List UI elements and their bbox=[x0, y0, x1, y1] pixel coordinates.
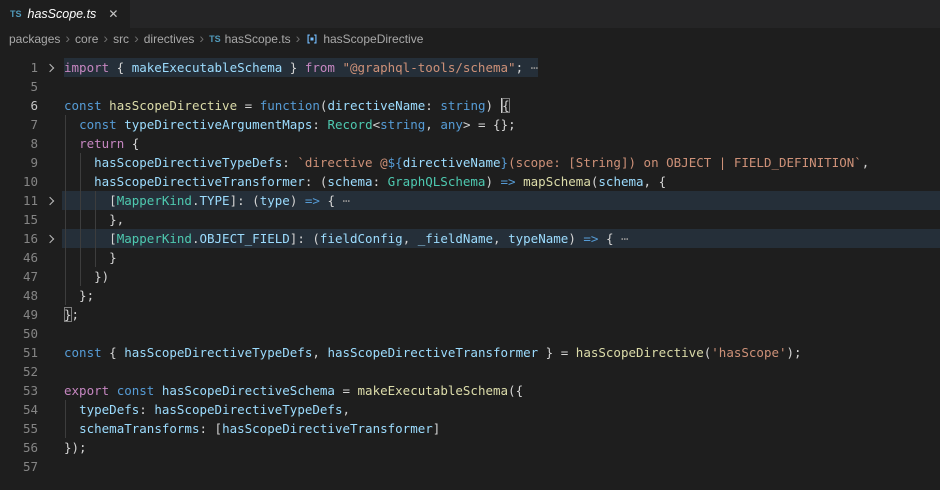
code-line-5[interactable]: 5 bbox=[0, 77, 940, 96]
code-line-50[interactable]: 50 bbox=[0, 324, 940, 343]
line-number: 53 bbox=[0, 381, 38, 400]
typescript-file-icon: TS bbox=[209, 34, 221, 44]
chevron-right-icon: › bbox=[103, 31, 108, 47]
breadcrumb-label: src bbox=[113, 32, 129, 46]
chevron-right-icon: › bbox=[296, 31, 301, 47]
fold-chevron-icon[interactable] bbox=[46, 64, 54, 72]
matched-bracket: { bbox=[502, 98, 510, 113]
code-line-16[interactable]: 16 [MapperKind.OBJECT_FIELD]: (fieldConf… bbox=[0, 229, 940, 248]
line-number: 10 bbox=[0, 172, 38, 191]
breadcrumb-label: directives bbox=[144, 32, 195, 46]
code-line-55[interactable]: 55 schemaTransforms: [hasScopeDirectiveT… bbox=[0, 419, 940, 438]
typescript-file-icon: TS bbox=[10, 9, 22, 19]
line-number: 8 bbox=[0, 134, 38, 153]
breadcrumb-item-directives[interactable]: directives bbox=[144, 32, 195, 46]
line-number: 52 bbox=[0, 362, 38, 381]
breadcrumb-label: packages bbox=[9, 32, 60, 46]
code-text: hasScopeDirectiveTypeDefs: `directive @$… bbox=[64, 153, 869, 172]
code-line-56[interactable]: 56}); bbox=[0, 438, 940, 457]
line-number: 47 bbox=[0, 267, 38, 286]
vscode-window: TS hasScope.ts ✕ packages › core › src › direc… bbox=[0, 0, 940, 490]
breadcrumb-item-hasscopedirective[interactable]: hasScopeDirective bbox=[305, 32, 423, 46]
breadcrumb-item-hasscope-ts[interactable]: TS hasScope.ts bbox=[209, 32, 291, 46]
line-number: 48 bbox=[0, 286, 38, 305]
tab-hasscope[interactable]: TS hasScope.ts ✕ bbox=[0, 0, 130, 28]
symbol-variable-icon bbox=[305, 32, 319, 46]
code-line-15[interactable]: 15 }, bbox=[0, 210, 940, 229]
breadcrumb-item-packages[interactable]: packages bbox=[9, 32, 60, 46]
code-text: export const hasScopeDirectiveSchema = m… bbox=[64, 381, 523, 400]
chevron-right-icon: › bbox=[134, 31, 139, 47]
close-tab-icon[interactable]: ✕ bbox=[106, 7, 120, 21]
line-number: 11 bbox=[0, 191, 38, 210]
code-text: schemaTransforms: [hasScopeDirectiveTran… bbox=[64, 419, 440, 438]
chevron-right-icon: › bbox=[199, 31, 204, 47]
fold-ellipsis: ⋯ bbox=[523, 60, 538, 75]
line-number: 9 bbox=[0, 153, 38, 172]
chevron-right-icon: › bbox=[65, 31, 70, 47]
code-text: }) bbox=[64, 267, 109, 286]
code-text: const typeDirectiveArgumentMaps: Record<… bbox=[64, 115, 516, 134]
code-text: typeDefs: hasScopeDirectiveTypeDefs, bbox=[64, 400, 350, 419]
breadcrumb-label: hasScope.ts bbox=[225, 32, 291, 46]
code-line-1[interactable]: 1 import { makeExecutableSchema } from "@… bbox=[0, 58, 940, 77]
code-text: }; bbox=[64, 305, 79, 324]
tab-bar: TS hasScope.ts ✕ bbox=[0, 0, 940, 28]
code-text: hasScopeDirectiveTransformer: (schema: G… bbox=[64, 172, 666, 191]
breadcrumb: packages › core › src › directives › TS hasScope.… bbox=[0, 28, 940, 50]
line-number: 56 bbox=[0, 438, 38, 457]
code-line-54[interactable]: 54 typeDefs: hasScopeDirectiveTypeDefs, bbox=[0, 400, 940, 419]
tab-title: hasScope.ts bbox=[28, 7, 97, 21]
breadcrumb-item-src[interactable]: src bbox=[113, 32, 129, 46]
code-line-11[interactable]: 11 [MapperKind.TYPE]: (type) => { ⋯ bbox=[0, 191, 940, 210]
line-number: 57 bbox=[0, 457, 38, 476]
editor[interactable]: 1 import { makeExecutableSchema } from "@… bbox=[0, 50, 940, 490]
code-text: return { bbox=[64, 134, 139, 153]
line-number: 16 bbox=[0, 229, 38, 248]
code-text: const hasScopeDirective = function(direc… bbox=[64, 96, 510, 115]
code-text: [MapperKind.OBJECT_FIELD]: (fieldConfig,… bbox=[64, 229, 629, 248]
line-number: 7 bbox=[0, 115, 38, 134]
breadcrumb-item-core[interactable]: core bbox=[75, 32, 98, 46]
code-text: const { hasScopeDirectiveTypeDefs, hasSc… bbox=[64, 343, 802, 362]
code-line-48[interactable]: 48 }; bbox=[0, 286, 940, 305]
code-text: }, bbox=[64, 210, 124, 229]
code-text: }); bbox=[64, 438, 87, 457]
code-line-49[interactable]: 49}; bbox=[0, 305, 940, 324]
code-line-46[interactable]: 46 } bbox=[0, 248, 940, 267]
code-line-8[interactable]: 8 return { bbox=[0, 134, 940, 153]
breadcrumb-label: core bbox=[75, 32, 98, 46]
fold-chevron-icon[interactable] bbox=[46, 197, 54, 205]
matched-bracket: } bbox=[64, 307, 72, 322]
code-text: [MapperKind.TYPE]: (type) => { ⋯ bbox=[64, 191, 350, 210]
breadcrumb-label: hasScopeDirective bbox=[323, 32, 423, 46]
line-number: 6 bbox=[0, 96, 38, 115]
line-number: 1 bbox=[0, 58, 38, 77]
line-number: 51 bbox=[0, 343, 38, 362]
code-line-10[interactable]: 10 hasScopeDirectiveTransformer: (schema… bbox=[0, 172, 940, 191]
fold-ellipsis: ⋯ bbox=[335, 193, 350, 208]
line-number: 55 bbox=[0, 419, 38, 438]
line-number: 46 bbox=[0, 248, 38, 267]
folded-region-highlight: import { makeExecutableSchema } from "@g… bbox=[64, 58, 538, 77]
code-line-7[interactable]: 7 const typeDirectiveArgumentMaps: Recor… bbox=[0, 115, 940, 134]
code-line-51[interactable]: 51 const { hasScopeDirectiveTypeDefs, has… bbox=[0, 343, 940, 362]
code-line-53[interactable]: 53 export const hasScopeDirectiveSchema =… bbox=[0, 381, 940, 400]
fold-chevron-icon[interactable] bbox=[46, 235, 54, 243]
line-number: 5 bbox=[0, 77, 38, 96]
line-number: 50 bbox=[0, 324, 38, 343]
fold-ellipsis: ⋯ bbox=[614, 231, 629, 246]
line-number: 49 bbox=[0, 305, 38, 324]
code-text: }; bbox=[64, 286, 94, 305]
code-text: import { makeExecutableSchema } from "@g… bbox=[64, 58, 538, 77]
code-line-6[interactable]: 6 const hasScopeDirective = function(dire… bbox=[0, 96, 940, 115]
code-line-57[interactable]: 57 bbox=[0, 457, 940, 476]
code-line-47[interactable]: 47 }) bbox=[0, 267, 940, 286]
line-number: 54 bbox=[0, 400, 38, 419]
code-line-9[interactable]: 9 hasScopeDirectiveTypeDefs: `directive … bbox=[0, 153, 940, 172]
line-number: 15 bbox=[0, 210, 38, 229]
code-text: } bbox=[64, 248, 117, 267]
code-line-52[interactable]: 52 bbox=[0, 362, 940, 381]
